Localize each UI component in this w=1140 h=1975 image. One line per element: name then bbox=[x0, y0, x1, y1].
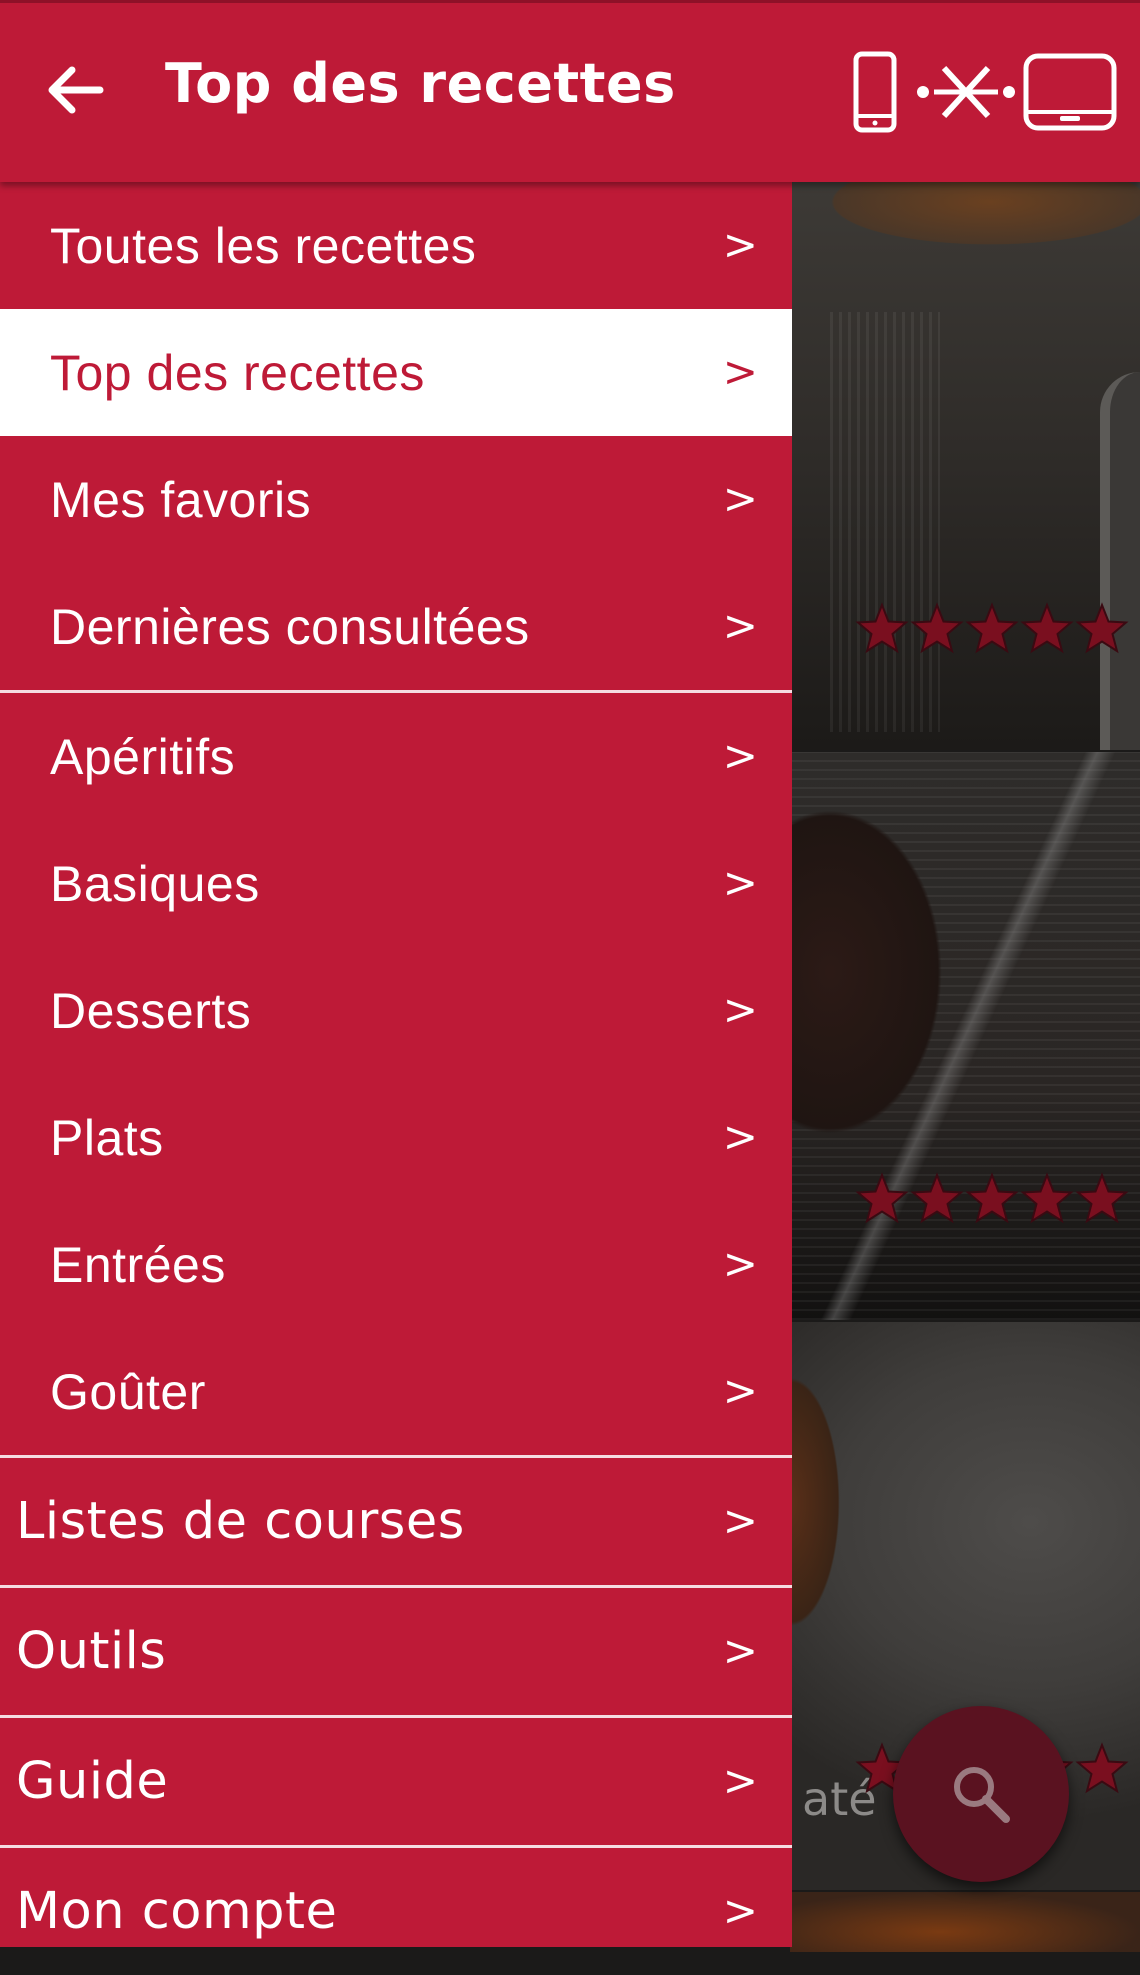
menu-item-label: Mon compte bbox=[16, 1882, 338, 1941]
recipe-card[interactable] bbox=[790, 182, 1140, 750]
recipe-card[interactable] bbox=[790, 1892, 1140, 1952]
menu-item-outils[interactable]: Outils > bbox=[0, 1588, 792, 1715]
link-icon[interactable] bbox=[916, 50, 1016, 135]
status-strip bbox=[0, 0, 1140, 3]
menu-item-label: Basiques bbox=[50, 855, 260, 912]
menu-item-toutes-les-recettes[interactable]: Toutes les recettes > bbox=[0, 182, 792, 309]
menu-item-guide[interactable]: Guide > bbox=[0, 1718, 792, 1845]
recipes-menu-group: Toutes les recettes > Top des recettes > Mes… bbox=[0, 182, 792, 690]
chevron-right-icon: > bbox=[722, 1626, 758, 1675]
menu-item-label: Entrées bbox=[50, 1236, 226, 1293]
menu-item-top-des-recettes[interactable]: Top des recettes > bbox=[0, 309, 792, 436]
recipe-title: até bbox=[802, 1772, 877, 1826]
app-bar: Top des recettes bbox=[0, 0, 1140, 182]
device-toggle-group bbox=[850, 50, 1120, 135]
menu-item-label: Top des recettes bbox=[50, 344, 425, 401]
recipe-image bbox=[790, 1892, 1140, 1952]
sections-menu-group: Listes de courses > Outils > Guide > Mon compt… bbox=[0, 1455, 792, 1975]
page-title: Top des recettes bbox=[165, 52, 676, 115]
menu-item-label: Toutes les recettes bbox=[50, 217, 477, 274]
tablet-icon[interactable] bbox=[1022, 50, 1118, 135]
menu-item-basiques[interactable]: Basiques > bbox=[0, 820, 792, 947]
chevron-right-icon: > bbox=[722, 1239, 758, 1288]
chevron-right-icon: > bbox=[722, 985, 758, 1034]
search-icon bbox=[954, 1767, 1010, 1823]
chevron-right-icon: > bbox=[722, 731, 758, 780]
menu-item-label: Guide bbox=[16, 1752, 169, 1811]
chevron-right-icon: > bbox=[722, 601, 758, 650]
menu-item-listes-de-courses[interactable]: Listes de courses > bbox=[0, 1458, 792, 1585]
menu-item-mes-favoris[interactable]: Mes favoris > bbox=[0, 436, 792, 563]
menu-item-label: Outils bbox=[16, 1622, 167, 1681]
menu-item-label: Dernières consultées bbox=[50, 598, 530, 655]
chevron-right-icon: > bbox=[722, 1496, 758, 1545]
menu-item-desserts[interactable]: Desserts > bbox=[0, 947, 792, 1074]
navigation-drawer: Toutes les recettes > Top des recettes > Mes… bbox=[0, 182, 792, 1947]
menu-item-label: Listes de courses bbox=[16, 1492, 465, 1551]
menu-item-dernieres-consultees[interactable]: Dernières consultées > bbox=[0, 563, 792, 690]
menu-item-label: Mes favoris bbox=[50, 471, 312, 528]
chevron-right-icon: > bbox=[722, 1366, 758, 1415]
recipe-image bbox=[790, 182, 1140, 750]
menu-item-label: Goûter bbox=[50, 1363, 206, 1420]
recipe-image bbox=[790, 752, 1140, 1320]
menu-item-label: Apéritifs bbox=[50, 728, 236, 785]
chevron-right-icon: > bbox=[722, 1886, 758, 1935]
phone-icon[interactable] bbox=[850, 50, 900, 135]
chevron-right-icon: > bbox=[722, 1112, 758, 1161]
recipe-card[interactable] bbox=[790, 752, 1140, 1320]
menu-item-entrees[interactable]: Entrées > bbox=[0, 1201, 792, 1328]
menu-item-mon-compte[interactable]: Mon compte > bbox=[0, 1848, 792, 1975]
chevron-right-icon: > bbox=[722, 220, 758, 269]
search-button[interactable] bbox=[893, 1706, 1069, 1882]
arrow-left-icon bbox=[48, 66, 104, 114]
menu-item-gouter[interactable]: Goûter > bbox=[0, 1328, 792, 1455]
menu-item-aperitifs[interactable]: Apéritifs > bbox=[0, 693, 792, 820]
categories-menu-group: Apéritifs > Basiques > Desserts > Plats > Entrée… bbox=[0, 693, 792, 1455]
chevron-right-icon: > bbox=[722, 474, 758, 523]
chevron-right-icon: > bbox=[722, 1756, 758, 1805]
menu-item-label: Desserts bbox=[50, 982, 252, 1039]
back-button[interactable] bbox=[40, 60, 110, 120]
chevron-right-icon: > bbox=[722, 858, 758, 907]
chevron-right-icon: > bbox=[722, 347, 758, 396]
menu-item-label: Plats bbox=[50, 1109, 164, 1166]
menu-item-plats[interactable]: Plats > bbox=[0, 1074, 792, 1201]
